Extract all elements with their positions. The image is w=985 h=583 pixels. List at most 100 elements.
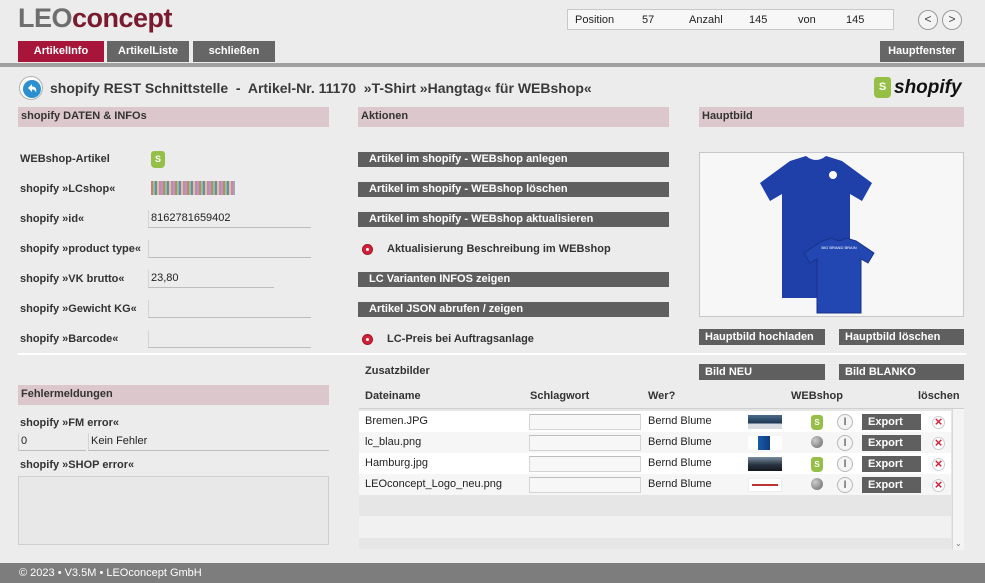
info-icon[interactable]: I [837,435,853,451]
row-thumbnail [748,415,782,429]
scroll-down-chevron-icon[interactable]: ⌄ [955,539,962,548]
upload-main-image-button[interactable]: Hauptbild hochladen [699,329,825,345]
row-filename: LEOconcept_Logo_neu.png [365,478,503,490]
show-variants-button[interactable]: LC Varianten INFOS zeigen [358,272,669,287]
vk-brutto-field[interactable]: 23,80 [148,270,274,288]
delete-article-button[interactable]: Artikel im shopify - WEBshop löschen [358,182,669,197]
lc-price-checkbox[interactable] [362,334,373,345]
fm-error-code-field: 0 [18,433,86,451]
shirt-print-text: BIG BRAND BRAIN [821,245,856,250]
shopify-data-section-header: shopify DATEN & INFOs [18,107,329,127]
update-description-checkbox[interactable] [362,244,373,255]
main-window-button[interactable]: Hauptfenster [880,41,964,62]
close-tab-button[interactable]: schließen [193,41,275,62]
col-webshop: WEBshop [791,390,843,402]
update-description-label: Aktualisierung Beschreibung im WEBshop [387,243,611,255]
of-label: von [798,14,816,26]
export-button[interactable]: Export [862,435,921,451]
extra-images-table-header: Dateiname Schlagwort Wer? WEBshop lösche… [359,386,964,406]
tab-artikelinfo[interactable]: ArtikelInfo [18,41,104,62]
row-who: Bernd Blume [648,457,712,469]
col-who: Wer? [648,390,676,402]
page-title: shopify REST Schnittstelle - Artikel-Nr.… [50,80,592,96]
row-filename: Bremen.JPG [365,415,428,427]
not-in-webshop-icon[interactable] [811,436,823,448]
row-filename: lc_blau.png [365,436,422,448]
product-type-field[interactable] [148,240,311,258]
info-icon[interactable]: I [837,477,853,493]
errors-section-header: Fehlermeldungen [18,385,329,405]
info-icon[interactable]: I [837,456,853,472]
row-keyword-field[interactable] [529,477,641,493]
next-record-button[interactable]: > [942,10,962,30]
row-who: Bernd Blume [648,436,712,448]
row-keyword-field[interactable] [529,414,641,430]
app-logo: LEOconcept [18,3,173,33]
footer: © 2023 • V3.5M • LEOconcept GmbH [0,563,985,583]
webshop-article-label: WEBshop-Artikel [20,153,110,165]
row-keyword-field[interactable] [529,456,641,472]
fm-error-label: shopify »FM error« [20,417,120,429]
main-image-section-header: Hauptbild [699,107,964,127]
extra-images-title: Zusatzbilder [365,365,430,377]
table-scrollbar[interactable]: ⌄ [952,409,964,550]
col-keyword: Schlagwort [530,390,590,402]
shopify-logo: shopify [874,77,962,103]
fm-error-text-field: Kein Fehler [88,433,329,451]
fetch-json-button[interactable]: Artikel JSON abrufen / zeigen [358,302,669,317]
shopify-bag-icon[interactable] [811,457,823,472]
col-filename: Dateiname [365,390,421,402]
product-type-label: shopify »product type« [20,243,142,255]
tshirt-image: BIG BRAND BRAIN [760,156,875,314]
col-delete: löschen [918,390,960,402]
delete-x-icon[interactable] [932,456,945,471]
prev-record-button[interactable]: < [918,10,938,30]
new-image-button[interactable]: Bild NEU [699,364,825,380]
table-row[interactable]: LEOconcept_Logo_neu.png Bernd Blume I Ex… [359,474,951,495]
row-thumbnail [748,457,782,471]
table-row-empty [359,516,951,538]
delete-x-icon[interactable] [932,477,945,492]
not-in-webshop-icon[interactable] [811,478,823,490]
table-row[interactable]: Hamburg.jpg Bernd Blume I Export [359,453,951,474]
row-who: Bernd Blume [648,415,712,427]
delete-main-image-button[interactable]: Hauptbild löschen [839,329,964,345]
delete-x-icon[interactable] [932,435,945,450]
table-row[interactable]: lc_blau.png Bernd Blume I Export [359,432,951,453]
export-button[interactable]: Export [862,477,921,493]
header-divider [0,63,985,67]
weight-field[interactable] [148,300,311,318]
shopify-bag-icon [151,151,165,168]
tab-artikelliste[interactable]: ArtikelListe [107,41,189,62]
barcode-field[interactable] [148,330,311,348]
weight-label: shopify »Gewicht KG« [20,303,137,315]
export-button[interactable]: Export [862,414,921,430]
shopify-bag-icon[interactable] [811,415,823,430]
back-arrow-icon[interactable] [19,76,43,100]
actions-section-header: Aktionen [358,107,669,127]
row-keyword-field[interactable] [529,435,641,451]
main-image-box[interactable]: BIG BRAND BRAIN [699,152,964,317]
shop-error-textarea[interactable] [18,476,329,545]
row-thumbnail [748,478,782,492]
barcode-label: shopify »Barcode« [20,333,119,345]
create-article-button[interactable]: Artikel im shopify - WEBshop anlegen [358,152,669,167]
id-label: shopify »id« [20,213,85,225]
lcshop-label: shopify »LCshop« [20,183,116,195]
vk-brutto-label: shopify »VK brutto« [20,273,125,285]
row-thumbnail [748,436,782,450]
record-position-display: Position 57 Anzahl 145 von 145 [567,9,894,30]
delete-x-icon[interactable] [932,414,945,429]
row-filename: Hamburg.jpg [365,457,428,469]
table-row[interactable]: Bremen.JPG Bernd Blume I Export [359,411,951,432]
info-icon[interactable]: I [837,414,853,430]
export-button[interactable]: Export [862,456,921,472]
position-value: 57 [642,14,655,26]
lcshop-field-masked [151,181,235,195]
count-value: 145 [749,14,768,26]
id-field[interactable]: 8162781659402 [148,210,311,228]
position-label: Position [575,14,615,26]
lc-price-label: LC-Preis bei Auftragsanlage [387,333,534,345]
blank-image-button[interactable]: Bild BLANKO [839,364,964,380]
update-article-button[interactable]: Artikel im shopify - WEBshop aktualisier… [358,212,669,227]
